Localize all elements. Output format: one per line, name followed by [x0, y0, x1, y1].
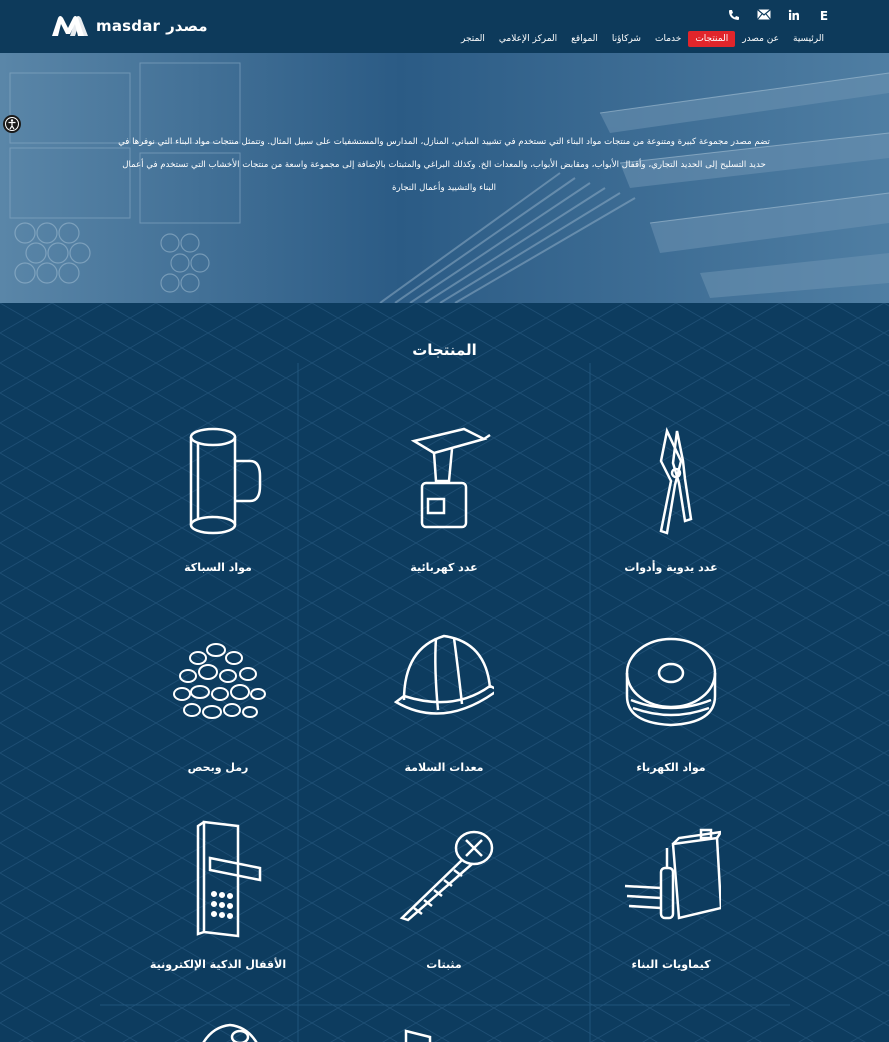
hard-hat-icon — [394, 634, 494, 715]
logo-latin-text: masdar — [96, 17, 161, 35]
pliers-icon — [659, 427, 693, 535]
nav-item-locations[interactable]: المواقع — [564, 31, 605, 47]
nav-item-media-center[interactable]: المركز الإعلامي — [492, 31, 564, 47]
nav-item-home[interactable]: الرئيسية — [786, 31, 831, 47]
pipe-fitting-icon — [189, 427, 262, 535]
logo-arabic-text: مصدر — [166, 17, 208, 35]
phone-icon[interactable] — [727, 9, 741, 23]
nav-item-services[interactable]: خدمات — [648, 31, 688, 47]
hero-banner: تضم مصدر مجموعة كبيرة ومتنوعة من منتجات … — [0, 53, 889, 303]
product-label: عدد يدوية وأدوات — [624, 561, 718, 574]
nav-item-partners[interactable]: شركاؤنا — [605, 31, 648, 47]
products-section-title: المنتجات — [412, 341, 477, 359]
product-label: معدات السلامة — [404, 761, 484, 774]
product-card-electrical[interactable]: مواد الكهرباء — [571, 628, 771, 808]
product-card-safety[interactable]: معدات السلامة — [344, 628, 544, 808]
language-e-icon[interactable]: E — [817, 9, 831, 23]
nav-item-products[interactable]: المنتجات — [688, 31, 736, 47]
product-card-smart-locks[interactable]: الأقفال الذكية الإلكترونية — [118, 818, 318, 998]
linkedin-icon[interactable] — [787, 9, 801, 23]
product-card-hand-tools[interactable]: عدد يدوية وأدوات — [571, 421, 771, 601]
product-label: الأقفال الذكية الإلكترونية — [149, 958, 287, 971]
chemicals-icon — [624, 828, 721, 920]
masdar-logo[interactable]: masdar مصدر — [50, 14, 208, 38]
masdar-logo-mark-icon — [52, 16, 88, 36]
screw-icon — [399, 830, 494, 922]
accessibility-icon[interactable] — [3, 115, 21, 133]
product-label: مثبتات — [426, 958, 462, 971]
wire-spool-icon — [625, 637, 717, 727]
mail-icon[interactable] — [757, 9, 771, 23]
drill-icon — [410, 427, 491, 529]
smart-lock-icon — [196, 820, 262, 938]
partial-product-icon — [404, 1029, 432, 1042]
nav-item-about[interactable]: عن مصدر — [735, 31, 786, 47]
partial-product-icon — [202, 1023, 258, 1042]
site-header: masdar مصدر E الرئيسية عن مصدر المنتجات … — [0, 0, 889, 53]
product-card-power-tools[interactable]: عدد كهربائية — [344, 421, 544, 601]
nav-item-store[interactable]: المتجر — [454, 31, 492, 47]
product-card-plumbing[interactable]: مواد السباكة — [118, 421, 318, 601]
product-card-sand-gravel[interactable]: رمل وبحص — [118, 628, 318, 808]
main-nav: الرئيسية عن مصدر المنتجات خدمات شركاؤنا … — [454, 31, 831, 47]
product-card-construction-chemicals[interactable]: كيماويات البناء — [571, 818, 771, 998]
top-icons-bar: E — [727, 9, 831, 23]
hero-description: تضم مصدر مجموعة كبيرة ومتنوعة من منتجات … — [118, 137, 770, 193]
product-label: رمل وبحص — [187, 761, 249, 774]
product-label: مواد السباكة — [184, 561, 252, 574]
product-label: عدد كهربائية — [410, 561, 478, 574]
product-label: مواد الكهرباء — [636, 761, 706, 774]
gravel-icon — [173, 643, 266, 719]
product-card-fasteners[interactable]: مثبتات — [344, 818, 544, 998]
products-section: المنتجات عدد يدوية وأدوات عدد كهربائية م… — [0, 303, 889, 1042]
product-label: كيماويات البناء — [631, 958, 711, 971]
